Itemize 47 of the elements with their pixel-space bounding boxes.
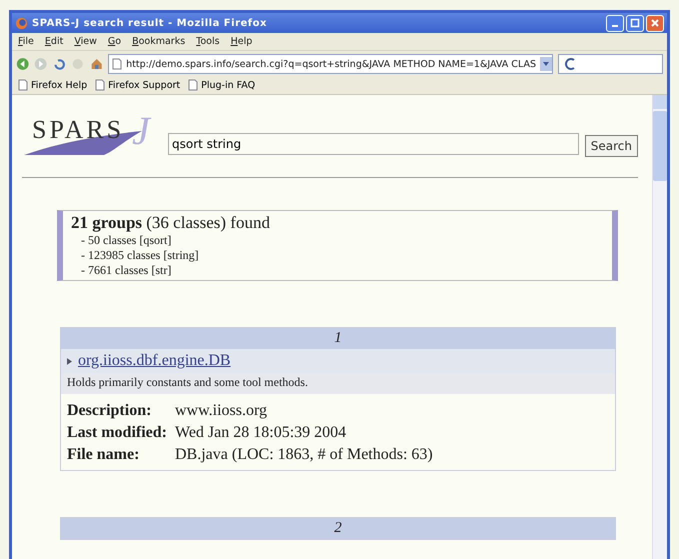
result-number: 1 — [61, 328, 615, 349]
close-button[interactable] — [646, 14, 664, 32]
dropdown-icon[interactable] — [540, 57, 552, 71]
class-summary: Holds primarily constants and some tool methods. — [61, 373, 615, 394]
home-icon[interactable] — [90, 56, 104, 72]
page-icon — [18, 79, 28, 91]
result-count: 21 groups (36 classes) found — [71, 213, 271, 233]
field-label: Last modified: — [67, 423, 167, 443]
menu-item[interactable]: Edit — [44, 36, 64, 47]
scroll-thumb[interactable] — [653, 111, 667, 181]
page-icon — [95, 79, 106, 91]
forward-icon[interactable] — [34, 56, 48, 72]
field-value: DB.java (LOC: 1863, # of Methods: 63) — [175, 445, 434, 465]
term-count: - 7661 classes [str] — [80, 263, 172, 278]
scrollbar[interactable] — [652, 95, 667, 559]
search-field[interactable]: qsort string — [168, 133, 579, 155]
field-value: www.iioss.org — [175, 401, 268, 421]
reload-icon[interactable] — [52, 56, 66, 72]
close-icon — [650, 18, 660, 28]
bookmark-link[interactable]: Firefox Help — [18, 79, 88, 91]
menu-item[interactable]: Tools — [196, 36, 220, 47]
menu-item[interactable]: File — [18, 36, 34, 47]
field-label: File name: — [67, 445, 140, 465]
menu-item[interactable]: Bookmarks — [132, 36, 186, 47]
address-field[interactable]: http://demo.spars.info/search.cgi?q=qsort+string&JAVA METHOD NAME=1&JAVA CLAS — [108, 54, 553, 74]
minimize-button[interactable] — [606, 14, 624, 32]
back-icon[interactable] — [16, 56, 30, 72]
maximize-button[interactable] — [626, 14, 644, 32]
firefox-icon — [15, 16, 28, 30]
menu-item[interactable]: View — [74, 36, 97, 47]
page-icon — [188, 79, 198, 91]
field-value: Wed Jan 28 18:05:39 2004 — [175, 423, 348, 443]
page-icon — [112, 58, 122, 70]
minimize-icon — [612, 25, 618, 27]
menu-item[interactable]: Help — [230, 36, 252, 47]
result-number: 2 — [61, 518, 615, 539]
maximize-icon — [630, 18, 640, 28]
menu-item[interactable]: Go — [108, 36, 122, 47]
bookmark-link[interactable]: Firefox Support — [95, 79, 180, 91]
search-engine-field[interactable] — [558, 54, 663, 74]
bookmark-link[interactable]: Plug-in FAQ — [188, 79, 256, 91]
term-count: - 123985 classes [string] — [80, 248, 200, 263]
term-count: - 50 classes [qsort] — [80, 233, 172, 248]
search-button[interactable]: Search — [584, 135, 638, 157]
field-label: Description: — [67, 401, 152, 421]
window-title: SPARS-J search result - Mozilla Firefox — [32, 18, 268, 28]
bullet-icon — [67, 358, 72, 364]
